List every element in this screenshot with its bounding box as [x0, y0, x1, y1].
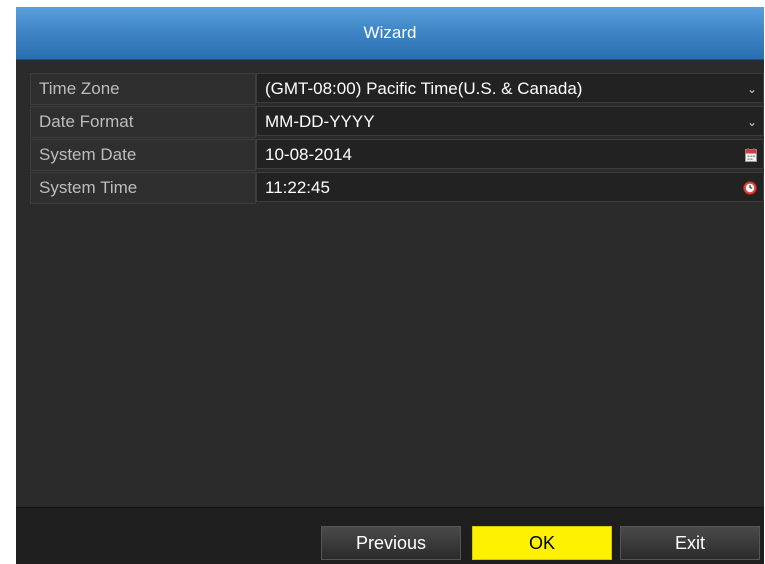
wizard-title: Wizard — [363, 23, 417, 42]
date-format-label: Date Format — [30, 106, 256, 138]
time-zone-value: (GMT-08:00) Pacific Time(U.S. & Canada) — [265, 79, 583, 98]
system-date-value: 10-08-2014 — [265, 145, 352, 164]
time-zone-row: Time Zone (GMT-08:00) Pacific Time(U.S. … — [26, 73, 764, 105]
time-zone-select[interactable]: (GMT-08:00) Pacific Time(U.S. & Canada) … — [256, 73, 764, 103]
date-format-select[interactable]: MM-DD-YYYY ⌄ — [256, 106, 764, 136]
previous-button[interactable]: Previous — [321, 526, 461, 560]
date-format-value: MM-DD-YYYY — [265, 112, 375, 131]
clock-icon[interactable] — [743, 173, 757, 203]
calendar-icon[interactable] — [745, 140, 757, 170]
exit-button[interactable]: Exit — [620, 526, 760, 560]
system-time-value: 11:22:45 — [265, 178, 330, 197]
wizard-window: Wizard Time Zone (GMT-08:00) Pacific Tim… — [16, 7, 764, 564]
system-time-label: System Time — [30, 172, 256, 204]
system-date-label: System Date — [30, 139, 256, 171]
ok-button[interactable]: OK — [472, 526, 612, 560]
date-format-row: Date Format MM-DD-YYYY ⌄ — [26, 106, 764, 138]
system-date-input[interactable]: 10-08-2014 — [256, 139, 764, 169]
wizard-form: Time Zone (GMT-08:00) Pacific Time(U.S. … — [26, 73, 764, 205]
system-time-input[interactable]: 11:22:45 — [256, 172, 764, 202]
system-date-row: System Date 10-08-2014 — [26, 139, 764, 171]
time-zone-label: Time Zone — [30, 73, 256, 105]
chevron-down-icon[interactable]: ⌄ — [747, 107, 757, 137]
chevron-down-icon[interactable]: ⌄ — [747, 74, 757, 104]
wizard-footer: Previous OK Exit — [16, 507, 764, 564]
wizard-title-bar: Wizard — [16, 7, 764, 60]
system-time-row: System Time 11:22:45 — [26, 172, 764, 204]
